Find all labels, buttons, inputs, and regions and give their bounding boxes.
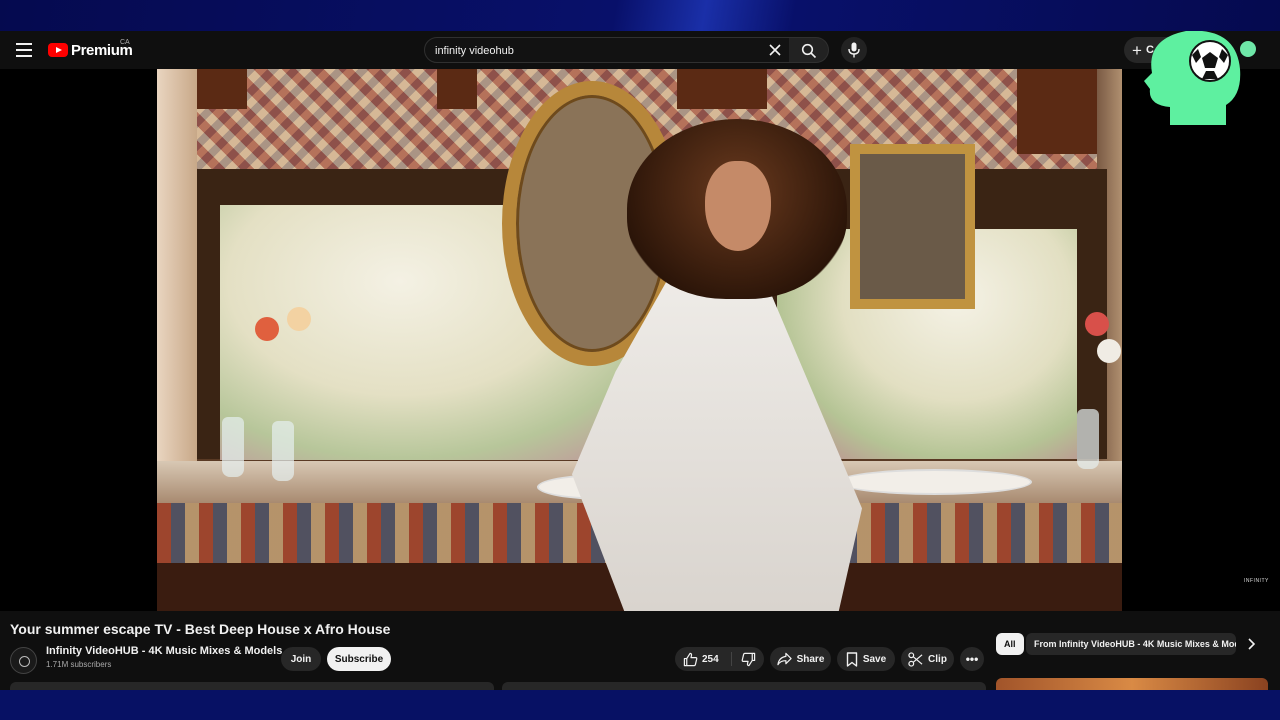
description-peek — [502, 682, 986, 690]
like-count: 254 — [702, 653, 719, 665]
rect-mirror — [850, 144, 975, 309]
subscriber-count: 1.71M subscribers — [46, 660, 112, 669]
divider — [731, 652, 732, 666]
youtube-logo-icon — [48, 43, 68, 57]
vase — [1077, 409, 1099, 469]
flower — [1097, 339, 1121, 363]
search-icon — [801, 43, 817, 59]
flower — [255, 317, 279, 341]
save-label: Save — [862, 653, 887, 665]
share-icon — [776, 652, 792, 666]
sink — [837, 469, 1032, 495]
youtube-app: Premium CA + C — [0, 31, 1280, 690]
ceiling-beam — [677, 69, 767, 109]
thumb-down-icon — [741, 652, 755, 666]
chevron-right-icon[interactable] — [1242, 635, 1260, 653]
related-thumbnail-peek[interactable] — [996, 678, 1268, 690]
thumb-up-icon — [683, 652, 698, 666]
chip-from-channel[interactable]: From Infinity VideoHUB - 4K Music Mixes … — [1026, 633, 1236, 655]
soccer-brain-icon — [1140, 31, 1246, 135]
save-button[interactable]: Save — [837, 647, 895, 671]
close-icon[interactable] — [766, 41, 784, 59]
search-button[interactable] — [789, 37, 829, 63]
video-watermark: INFINITY — [1244, 578, 1269, 584]
more-actions-button[interactable]: ••• — [960, 647, 984, 671]
clip-label: Clip — [928, 653, 947, 665]
outer-frame-top — [0, 0, 1280, 31]
search-input[interactable] — [435, 43, 755, 59]
video-frame — [157, 69, 1122, 611]
chip-all[interactable]: All — [996, 633, 1024, 655]
clip-button[interactable]: Clip — [901, 647, 954, 671]
dislike-button[interactable] — [733, 647, 763, 671]
like-button[interactable]: 254 — [675, 647, 731, 671]
ceiling-beam — [437, 69, 477, 109]
search-box — [424, 37, 790, 63]
like-dislike-group: 254 — [675, 647, 764, 671]
subscribe-button[interactable]: Subscribe — [327, 647, 391, 671]
mic-icon — [848, 42, 860, 58]
country-code: CA — [120, 39, 130, 46]
outer-frame-bottom — [0, 690, 1280, 720]
flower — [1085, 312, 1109, 336]
bookmark-icon — [846, 651, 858, 667]
channel-avatar[interactable] — [10, 647, 37, 674]
menu-icon[interactable] — [14, 41, 34, 59]
share-label: Share — [796, 653, 825, 665]
flower — [287, 307, 311, 331]
channel-name[interactable]: Infinity VideoHUB - 4K Music Mixes & Mod… — [46, 645, 282, 657]
masthead: Premium CA + C — [0, 31, 1280, 69]
comment-panel-peek — [10, 682, 494, 690]
share-button[interactable]: Share — [770, 647, 831, 671]
related-chips: All From Infinity VideoHUB - 4K Music Mi… — [996, 633, 1280, 657]
video-title: Your summer escape TV - Best Deep House … — [10, 621, 391, 637]
vase — [222, 417, 244, 477]
video-player[interactable] — [0, 69, 1280, 611]
vase — [272, 421, 294, 481]
person-face — [705, 161, 771, 251]
voice-search-button[interactable] — [841, 37, 867, 63]
scissors-icon — [908, 651, 923, 667]
join-button[interactable]: Join — [281, 647, 321, 671]
